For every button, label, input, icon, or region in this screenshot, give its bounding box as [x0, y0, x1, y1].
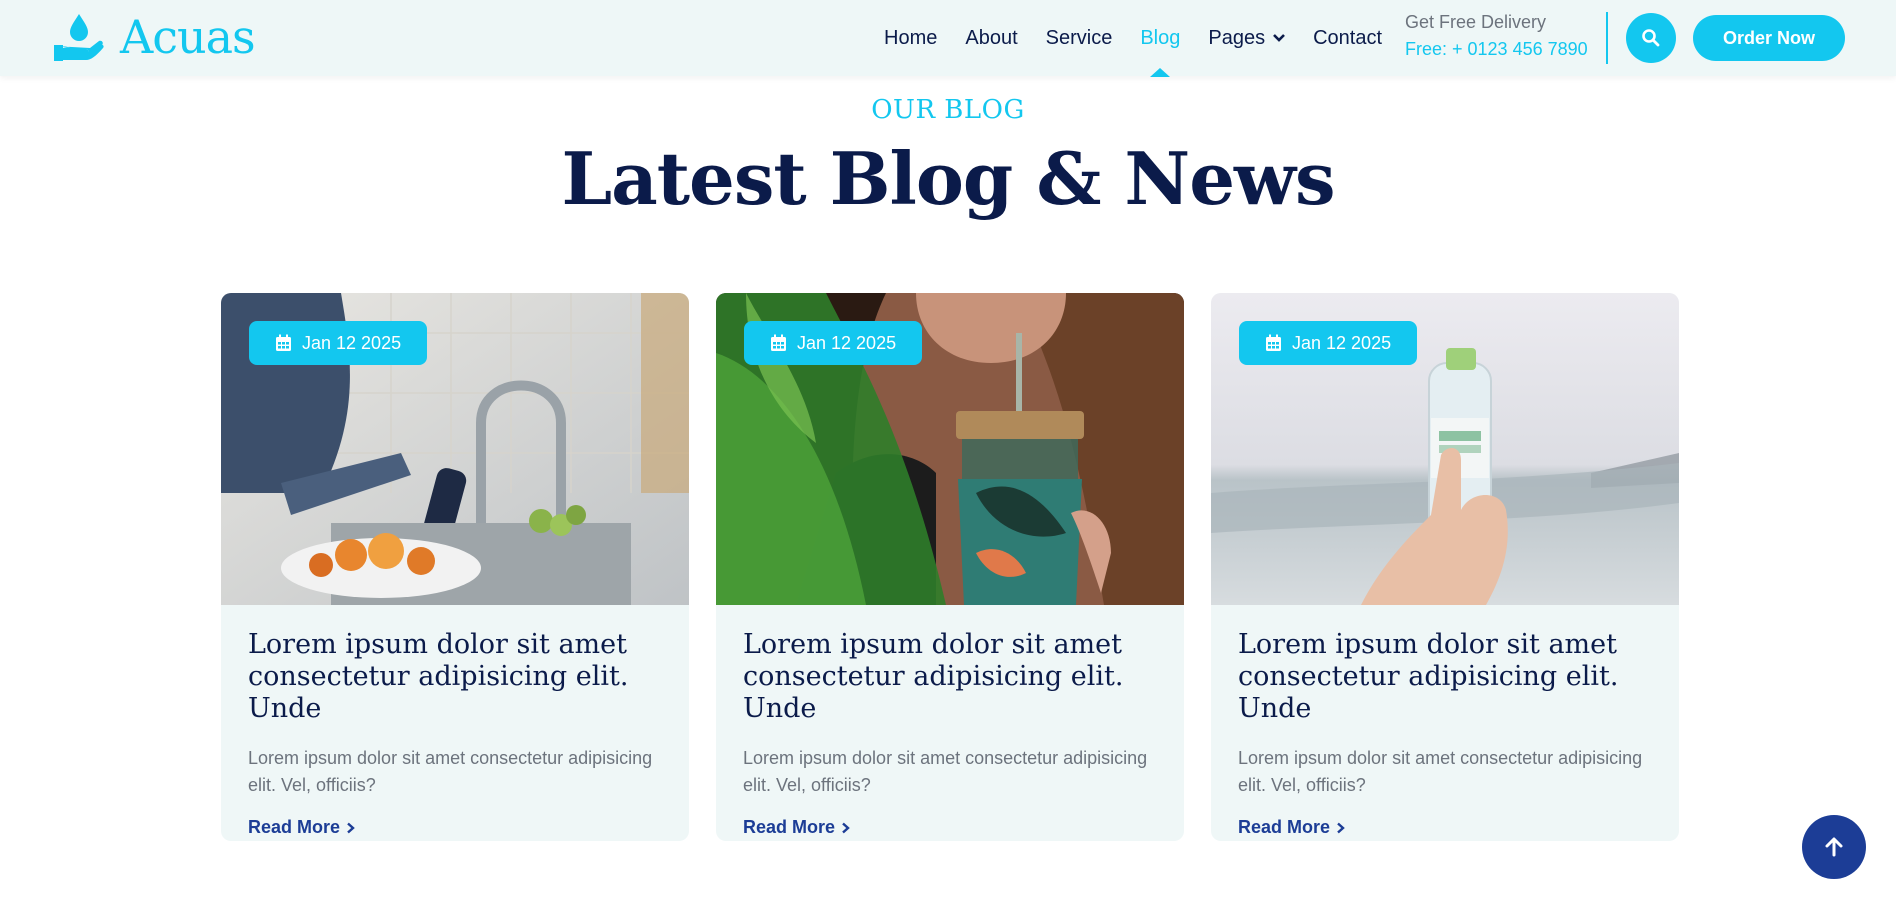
- post-date: Jan 12 2025: [1292, 332, 1392, 353]
- post-date: Jan 12 2025: [797, 332, 897, 353]
- nav-pages-dropdown[interactable]: Pages: [1208, 0, 1285, 76]
- read-more-link[interactable]: Read More: [1238, 817, 1658, 838]
- brand-name: Acuas: [120, 10, 256, 64]
- nav-contact[interactable]: Contact: [1313, 0, 1382, 76]
- read-more-label: Read More: [743, 817, 836, 837]
- back-to-top-button[interactable]: [1802, 815, 1866, 879]
- nav-pages-label: Pages: [1208, 26, 1266, 49]
- card-body: Lorem ipsum dolor sit amet consectetur a…: [248, 629, 668, 838]
- read-more-label: Read More: [248, 817, 341, 837]
- search-icon: [1642, 29, 1660, 47]
- calendar-icon: [1266, 334, 1281, 351]
- site-header: Acuas Home About Service Blog Pages Cont…: [0, 0, 1896, 76]
- post-date: Jan 12 2025: [302, 332, 402, 353]
- card-body: Lorem ipsum dolor sit amet consectetur a…: [1238, 629, 1658, 838]
- post-title[interactable]: Lorem ipsum dolor sit amet consectetur a…: [1238, 629, 1658, 725]
- main-nav: Home About Service Blog Pages Contact: [884, 0, 1382, 76]
- nav-blog[interactable]: Blog: [1140, 0, 1180, 76]
- nav-about[interactable]: About: [965, 0, 1017, 76]
- post-date-badge: Jan 12 2025: [249, 321, 428, 365]
- read-more-link[interactable]: Read More: [743, 817, 1163, 838]
- calendar-icon: [771, 334, 786, 351]
- post-title[interactable]: Lorem ipsum dolor sit amet consectetur a…: [743, 629, 1163, 725]
- post-excerpt: Lorem ipsum dolor sit amet consectetur a…: [743, 748, 1148, 795]
- water-drop-hand-icon: [54, 14, 104, 61]
- search-button[interactable]: [1626, 13, 1676, 63]
- header-divider: [1606, 12, 1608, 64]
- brand-logo[interactable]: Acuas: [52, 10, 256, 64]
- card-body: Lorem ipsum dolor sit amet consectetur a…: [743, 629, 1163, 838]
- delivery-label: Get Free Delivery: [1405, 12, 1547, 32]
- post-excerpt: Lorem ipsum dolor sit amet consectetur a…: [248, 748, 653, 795]
- post-title[interactable]: Lorem ipsum dolor sit amet consectetur a…: [248, 629, 668, 725]
- section-eyebrow: OUR BLOG: [871, 95, 1025, 125]
- chevron-right-icon: [1337, 822, 1345, 833]
- delivery-info: Get Free Delivery Free: + 0123 456 7890: [1405, 12, 1588, 60]
- blog-card: Jan 12 2025 Lorem ipsum dolor sit amet c…: [221, 293, 689, 841]
- read-more-label: Read More: [1238, 817, 1331, 837]
- nav-service[interactable]: Service: [1046, 0, 1113, 76]
- order-now-button[interactable]: Order Now: [1693, 15, 1845, 61]
- section-title: Latest Blog & News: [561, 136, 1335, 221]
- read-more-link[interactable]: Read More: [248, 817, 668, 838]
- chevron-right-icon: [347, 822, 355, 833]
- post-date-badge: Jan 12 2025: [744, 321, 923, 365]
- chevron-down-icon: [1273, 34, 1285, 42]
- chevron-right-icon: [842, 822, 850, 833]
- nav-home[interactable]: Home: [884, 0, 937, 76]
- delivery-phone[interactable]: Free: + 0123 456 7890: [1405, 39, 1588, 60]
- post-excerpt: Lorem ipsum dolor sit amet consectetur a…: [1238, 748, 1643, 795]
- blog-card: Jan 12 2025 Lorem ipsum dolor sit amet c…: [716, 293, 1184, 841]
- post-date-badge: Jan 12 2025: [1239, 321, 1418, 365]
- blog-card: Jan 12 2025 Lorem ipsum dolor sit amet c…: [1211, 293, 1679, 841]
- calendar-icon: [276, 334, 291, 351]
- arrow-up-icon: [1825, 837, 1843, 857]
